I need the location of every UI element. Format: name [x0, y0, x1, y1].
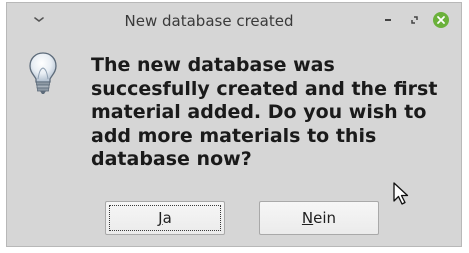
no-button-label: Nein: [301, 209, 337, 227]
chevron-down-icon: [34, 17, 44, 22]
minimize-button[interactable]: [379, 11, 397, 29]
dialog-message: The new database was succesfully created…: [91, 54, 438, 170]
minimize-icon: [385, 19, 391, 21]
mouse-cursor-icon: [393, 182, 409, 205]
no-button[interactable]: Nein: [259, 201, 379, 235]
dialog-window: New database created The new database wa…: [6, 2, 462, 247]
maximize-button[interactable]: [406, 11, 424, 29]
yes-button[interactable]: Ja: [105, 201, 225, 235]
window-title: New database created: [124, 12, 294, 30]
close-icon: [433, 12, 449, 28]
maximize-icon: [411, 16, 418, 24]
close-button[interactable]: [432, 11, 450, 29]
window-menu-button[interactable]: [29, 9, 49, 29]
dialog-content: The new database was succesfully created…: [7, 39, 461, 247]
focus-ring: [109, 205, 221, 231]
lightbulb-icon: [29, 52, 57, 94]
title-bar[interactable]: New database created: [7, 3, 461, 39]
